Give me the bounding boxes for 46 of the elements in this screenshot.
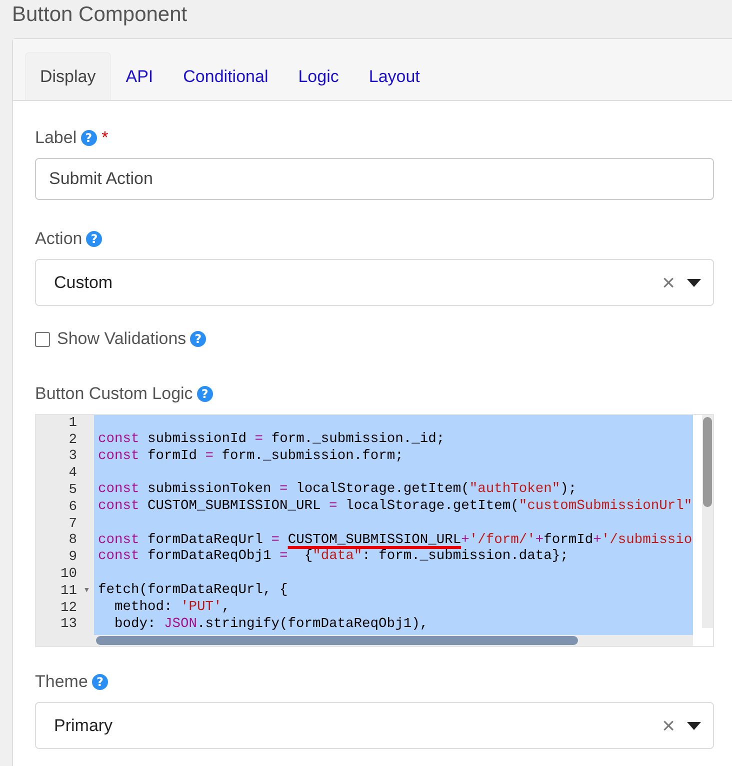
code-line: const submissionId = form._submission._id; [98,432,445,447]
code-line: method: 'PUT', [114,600,230,615]
tab[interactable]: Display [25,52,111,100]
caret-icon[interactable] [687,722,701,730]
code-line: const formDataReqUrl = CUSTOM_SUBMISSION_URL+'/form/'+formId+'/submissio [98,532,692,548]
code-line: const CUSTOM_SUBMISSION_URL = localStorage.getItem("customSubmissionUrl" [98,498,692,514]
required-mark: * [102,128,108,148]
code-line: const submissionToken = localStorage.getItem("authToken"); [98,482,577,498]
clear-icon[interactable]: × [662,270,675,296]
checkbox[interactable] [35,332,50,346]
fold-icon[interactable]: ▾ [83,582,90,597]
field-label: Label [35,128,77,148]
tab[interactable]: Logic [283,52,354,100]
code-line: fetch(formDataReqUrl, { [98,582,288,598]
code-line: const formDataReqObj1 = {"data": form._submission.data}; [98,549,568,564]
select-field[interactable]: Custom × [35,259,714,306]
line-number: 8 [68,533,77,548]
scroll-thumb[interactable] [96,636,578,645]
line-number: 4 [68,466,77,482]
clear-icon[interactable]: × [662,712,675,738]
caret-icon[interactable] [687,278,701,286]
line-number: 12 [60,600,77,616]
code-line: body: JSON.stringify(formDataReqObj1), [114,616,428,632]
tab[interactable]: Conditional [168,52,284,100]
line-number: 3 [68,449,77,464]
tab[interactable]: API [110,52,168,100]
line-number: 2 [68,432,77,448]
field-label: Button Custom Logic [35,384,193,404]
field-label: Theme [35,672,88,692]
line-number: 6 [68,500,77,515]
scroll-thumb[interactable] [703,417,712,507]
checkbox-label: Show Validations [57,329,186,349]
page-title: Button Component [12,3,188,28]
line-number: 10 [60,567,77,582]
code-line: const formId = form._submission.form; [98,448,404,464]
line-number: 5 [68,483,77,498]
code-editor[interactable] [35,414,714,647]
select-field[interactable]: Primary × [35,702,714,749]
line-number: 1 [68,416,77,431]
field-label: Action [35,229,82,249]
line-number: 11 [60,584,77,599]
line-number: 13 [60,617,77,632]
line-number: 9 [68,550,77,566]
label-input[interactable]: Submit Action [35,158,714,200]
line-number: 7 [68,516,77,532]
tab[interactable]: Layout [354,52,435,100]
